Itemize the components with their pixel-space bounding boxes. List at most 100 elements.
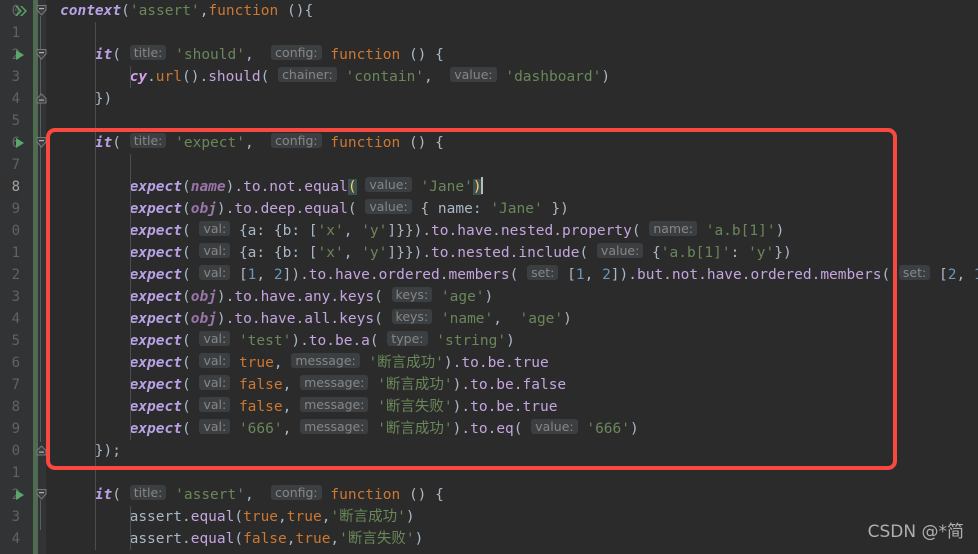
code-line[interactable]	[46, 110, 978, 132]
code-token: ,	[256, 267, 274, 283]
code-token: ,	[282, 421, 301, 437]
code-token: 2	[602, 267, 611, 283]
code-line[interactable]	[46, 462, 978, 484]
code-line[interactable]: });	[46, 440, 978, 462]
code-line[interactable]: expect( val: false, message: '断言成功').to.…	[46, 374, 978, 396]
code-line[interactable]: expect( val: {a: {b: ['x', 'y']}}).to.ne…	[46, 242, 978, 264]
fold-end-icon[interactable]	[36, 440, 47, 462]
code-token: ,	[493, 311, 511, 327]
code-token: true	[295, 531, 331, 547]
code-line[interactable]: expect(obj).to.have.all.keys( keys: 'nam…	[46, 308, 978, 330]
code-text-area[interactable]: context('assert',function (){ it( title: …	[46, 0, 978, 554]
code-token: obj	[190, 311, 217, 327]
code-token: )	[405, 509, 415, 525]
fold-end-icon[interactable]	[36, 88, 47, 110]
code-token: expect	[129, 245, 182, 261]
code-line[interactable]: expect( val: false, message: '断言失败').to.…	[46, 396, 978, 418]
code-line[interactable]: it( title: 'assert', config: function ()…	[46, 484, 978, 506]
code-token: .to.	[461, 421, 497, 437]
parameter-hint: val:	[199, 243, 231, 258]
run-test-icon[interactable]	[14, 484, 28, 506]
code-token: ,	[282, 399, 301, 415]
code-line[interactable]	[46, 154, 978, 176]
code-line[interactable]: expect(obj).to.deep.equal( value: { name…	[46, 198, 978, 220]
code-token: (	[347, 179, 357, 195]
code-line[interactable]: expect( val: {a: {b: ['x', 'y']}}).to.ha…	[46, 220, 978, 242]
parameter-hint: message:	[291, 353, 360, 368]
fold-collapse-icon[interactable]	[36, 44, 47, 66]
code-token: 'dashboard'	[505, 69, 602, 85]
parameter-hint: type:	[387, 331, 428, 346]
run-test-icon[interactable]	[14, 132, 28, 154]
code-token: (	[347, 201, 357, 217]
code-line[interactable]: assert.equal(false,true,'断言失败')	[46, 528, 978, 550]
code-token: .to.be.	[300, 333, 362, 349]
code-token: (	[374, 289, 383, 305]
run-test-icon[interactable]	[14, 44, 28, 66]
code-line[interactable]: expect( val: [1, 2]).to.have.ordered.mem…	[46, 264, 978, 286]
code-line[interactable]: expect( val: 'test').to.be.a( type: 'str…	[46, 330, 978, 352]
code-token: [	[567, 267, 576, 283]
code-line[interactable]: })	[46, 88, 978, 110]
code-token: 'age'	[519, 311, 564, 327]
code-token: expect	[129, 201, 182, 217]
line-number: 0	[11, 223, 20, 239]
parameter-hint: val:	[199, 375, 231, 390]
fold-collapse-icon[interactable]	[36, 484, 47, 506]
code-line[interactable]: context('assert',function (){	[46, 0, 978, 22]
code-token: });	[94, 443, 121, 459]
parameter-hint: val:	[199, 265, 231, 280]
code-line[interactable]: cy.url().should( chainer: 'contain', val…	[46, 66, 978, 88]
code-line[interactable]: expect(name).to.not.equal( value: 'Jane'…	[46, 176, 978, 198]
code-token: (	[181, 377, 191, 393]
code-line[interactable]: assert.equal(true,true,'断言成功')	[46, 506, 978, 528]
code-line[interactable]: it( title: 'should', config: function ()…	[46, 44, 978, 66]
code-token: false	[238, 377, 283, 393]
code-line[interactable]: expect( val: '666', message: '断言成功').to.…	[46, 418, 978, 440]
vcs-change-marker[interactable]	[33, 0, 38, 554]
code-line[interactable]: it( title: 'expect', config: function ()…	[46, 132, 978, 154]
fold-collapse-icon[interactable]	[36, 0, 47, 22]
text-caret	[480, 177, 483, 194]
parameter-hint: keys:	[391, 287, 433, 302]
parameter-hint: value:	[531, 419, 578, 434]
line-number: 3	[11, 509, 20, 525]
run-all-icon[interactable]	[14, 0, 28, 22]
fold-collapse-icon[interactable]	[36, 132, 47, 154]
parameter-hint: keys:	[391, 309, 433, 324]
parameter-hint: title:	[129, 485, 167, 500]
code-token: 'x'	[317, 223, 344, 239]
code-token: .to.be.true	[452, 355, 549, 371]
code-token: (	[579, 245, 589, 261]
code-token: .to.be.true	[461, 399, 558, 415]
code-token: (	[112, 47, 121, 63]
parameter-hint: config:	[271, 133, 322, 148]
line-number: 7	[11, 377, 20, 393]
code-editor[interactable]: context('assert',function (){ it( title: …	[0, 0, 978, 554]
code-line[interactable]: expect( val: true, message: '断言成功').to.b…	[46, 352, 978, 374]
code-token: function	[330, 47, 401, 63]
code-token: () {	[400, 47, 444, 63]
code-token: (	[513, 421, 523, 437]
parameter-hint: set:	[898, 265, 931, 280]
code-token: {	[652, 245, 661, 261]
code-line[interactable]	[46, 22, 978, 44]
code-token: ])	[282, 267, 301, 283]
code-line[interactable]: expect(obj).to.have.any.keys( keys: 'age…	[46, 286, 978, 308]
line-number: 1	[11, 245, 20, 261]
code-token: () {	[400, 135, 444, 151]
code-token: expect	[129, 311, 182, 327]
code-token: })	[94, 91, 113, 107]
code-token: equal	[190, 509, 235, 525]
code-token: .to.not.	[234, 179, 305, 195]
code-token: ,	[343, 223, 362, 239]
